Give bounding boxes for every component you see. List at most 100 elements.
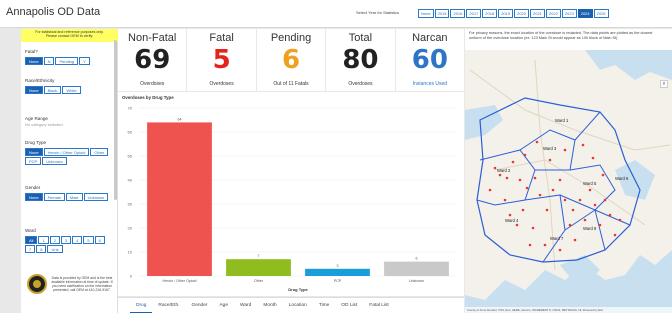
tab-fatal-list[interactable]: Fatal List bbox=[363, 298, 394, 313]
tab-month[interactable]: Month bbox=[257, 298, 282, 313]
ward-option-7[interactable]: 7 bbox=[25, 245, 36, 253]
race-filter-label: Race/Ethnicity bbox=[25, 78, 55, 83]
overdose-incident-marker[interactable] bbox=[498, 173, 502, 177]
year-option-2020[interactable]: 2020 bbox=[514, 9, 529, 18]
overdose-incident-marker[interactable] bbox=[613, 233, 617, 237]
drug-option-unknown[interactable]: Unknown bbox=[42, 157, 67, 165]
year-option-2016[interactable]: 2016 bbox=[450, 9, 466, 18]
overdose-incident-marker[interactable] bbox=[511, 160, 515, 164]
ward-map-svg[interactable]: Ward 1 Ward 2 Ward 3 Ward 4 Ward 5 Ward 6 Ward… bbox=[465, 50, 672, 313]
y-tick-label: 10 bbox=[128, 250, 133, 255]
ward-option-8[interactable]: 8 bbox=[36, 245, 47, 253]
year-option-2015[interactable]: 2015 bbox=[434, 9, 450, 18]
overdose-incident-marker[interactable] bbox=[525, 186, 529, 190]
overdose-incident-marker[interactable] bbox=[493, 166, 497, 170]
tab-drug[interactable]: Drug bbox=[130, 298, 153, 313]
gender-option-female[interactable]: Female bbox=[43, 193, 65, 201]
overdose-incident-marker[interactable] bbox=[598, 223, 602, 227]
overdose-incident-marker[interactable] bbox=[608, 213, 612, 217]
overdose-incident-marker[interactable] bbox=[618, 218, 622, 222]
overdose-incident-marker[interactable] bbox=[578, 198, 582, 202]
overdose-incident-marker[interactable] bbox=[508, 213, 512, 217]
overdose-incident-marker[interactable] bbox=[503, 198, 507, 202]
drug-option-pcp[interactable]: PCP bbox=[25, 157, 42, 165]
overdose-incident-marker[interactable] bbox=[543, 243, 547, 247]
overdose-incident-marker[interactable] bbox=[518, 178, 522, 182]
age-filter[interactable]: Age Range No category selected ⌃ bbox=[25, 116, 147, 127]
overdose-incident-marker[interactable] bbox=[593, 203, 597, 207]
overdose-incident-marker[interactable] bbox=[601, 173, 605, 177]
drug-option-other[interactable]: Other bbox=[90, 148, 109, 156]
year-option-2018[interactable]: 2018 bbox=[482, 9, 498, 18]
race-option-black[interactable]: Black bbox=[43, 86, 62, 94]
ward-option-1[interactable]: 1 bbox=[38, 236, 49, 244]
ward-option-all[interactable]: All bbox=[25, 236, 38, 244]
gender-option-none[interactable]: None bbox=[25, 193, 43, 201]
tab-age[interactable]: Age bbox=[213, 298, 234, 313]
fatal-option-n[interactable]: N bbox=[43, 57, 55, 65]
overdose-incident-marker[interactable] bbox=[563, 198, 567, 202]
ward-option-4[interactable]: 4 bbox=[72, 236, 83, 244]
overdose-incident-marker[interactable] bbox=[591, 156, 595, 160]
year-option-2021[interactable]: 2021 bbox=[530, 9, 545, 18]
overdose-incident-marker[interactable] bbox=[588, 188, 592, 192]
overdose-incident-marker[interactable] bbox=[533, 176, 537, 180]
fatal-option-none[interactable]: None bbox=[25, 57, 43, 65]
overdose-incident-marker[interactable] bbox=[521, 208, 525, 212]
gender-option-unknown[interactable]: Unknown bbox=[83, 193, 109, 201]
drug-option-none[interactable]: None bbox=[25, 148, 43, 156]
data-source-note: Data is provided by OEM and is the best … bbox=[51, 276, 113, 292]
tab-ward[interactable]: Ward bbox=[234, 298, 257, 313]
fatal-option-y[interactable]: Y bbox=[79, 57, 90, 65]
overdose-incident-marker[interactable] bbox=[531, 226, 535, 230]
overdose-incident-marker[interactable] bbox=[535, 140, 539, 144]
tab-od-list[interactable]: OD List bbox=[335, 298, 363, 313]
year-option-2024[interactable]: 2024 bbox=[577, 9, 593, 18]
race-option-white[interactable]: White bbox=[62, 86, 81, 94]
tab-time[interactable]: Time bbox=[313, 298, 335, 313]
year-option-none[interactable]: None bbox=[418, 9, 434, 18]
ward-option-3[interactable]: 3 bbox=[60, 236, 72, 244]
tab-race-eth-[interactable]: Race/Eth. bbox=[152, 298, 185, 313]
overdose-incident-marker[interactable] bbox=[505, 176, 509, 180]
year-option-2022[interactable]: 2022 bbox=[545, 9, 561, 18]
overdose-incident-marker[interactable] bbox=[581, 143, 585, 147]
ward-option-unk[interactable]: Unk bbox=[47, 245, 63, 253]
ward-option-2[interactable]: 2 bbox=[49, 236, 60, 244]
fatal-option-pending[interactable]: Pending bbox=[55, 57, 79, 65]
ward-option-5[interactable]: 5 bbox=[83, 236, 94, 244]
ward-option-6[interactable]: 6 bbox=[94, 236, 105, 244]
overdose-incident-marker[interactable] bbox=[528, 243, 532, 247]
year-option-2025[interactable]: 2025 bbox=[593, 9, 609, 18]
kpi-subtitle: Out of 11 Fatals bbox=[273, 81, 309, 87]
overdose-incident-marker[interactable] bbox=[538, 193, 542, 197]
overdose-incident-marker[interactable] bbox=[545, 208, 549, 212]
overdose-incident-marker[interactable] bbox=[563, 148, 567, 152]
ward-map[interactable]: Ward 1 Ward 2 Ward 3 Ward 4 Ward 5 Ward 6 Ward… bbox=[465, 50, 672, 313]
overdose-incident-marker[interactable] bbox=[568, 223, 572, 227]
tab-location[interactable]: Location bbox=[283, 298, 313, 313]
year-option-2019[interactable]: 2019 bbox=[498, 9, 514, 18]
drug-filter: Drug Type None Heroin / Other Opioid Other… bbox=[25, 140, 117, 165]
overdose-incident-marker[interactable] bbox=[551, 188, 555, 192]
overdose-incident-marker[interactable] bbox=[573, 238, 577, 242]
year-option-2023[interactable]: 2023 bbox=[561, 9, 577, 18]
overdose-incident-marker[interactable] bbox=[558, 178, 562, 182]
overdose-incident-marker[interactable] bbox=[515, 223, 519, 227]
gender-option-male[interactable]: Male bbox=[65, 193, 83, 201]
kpi-card-non-fatal: Non-Fatal 69 Overdoses bbox=[118, 29, 187, 91]
overdose-incident-marker[interactable] bbox=[488, 188, 492, 192]
overdose-incident-marker[interactable] bbox=[571, 208, 575, 212]
map-zoom-control[interactable]: ⌕ bbox=[660, 80, 668, 88]
overdose-incident-marker[interactable] bbox=[548, 158, 552, 162]
sidebar-scrollbar[interactable] bbox=[114, 40, 117, 200]
overdose-incident-marker[interactable] bbox=[523, 153, 527, 157]
overdose-incident-marker[interactable] bbox=[603, 198, 607, 202]
kpi-card-fatal: Fatal 5 Overdoses bbox=[187, 29, 256, 91]
year-option-2017[interactable]: 2017 bbox=[466, 9, 482, 18]
drug-option-heroin-other-opioid[interactable]: Heroin / Other Opioid bbox=[43, 148, 90, 156]
overdose-incident-marker[interactable] bbox=[583, 218, 587, 222]
race-option-none[interactable]: None bbox=[25, 86, 43, 94]
tab-gender[interactable]: Gender bbox=[185, 298, 213, 313]
overdose-incident-marker[interactable] bbox=[558, 248, 562, 252]
